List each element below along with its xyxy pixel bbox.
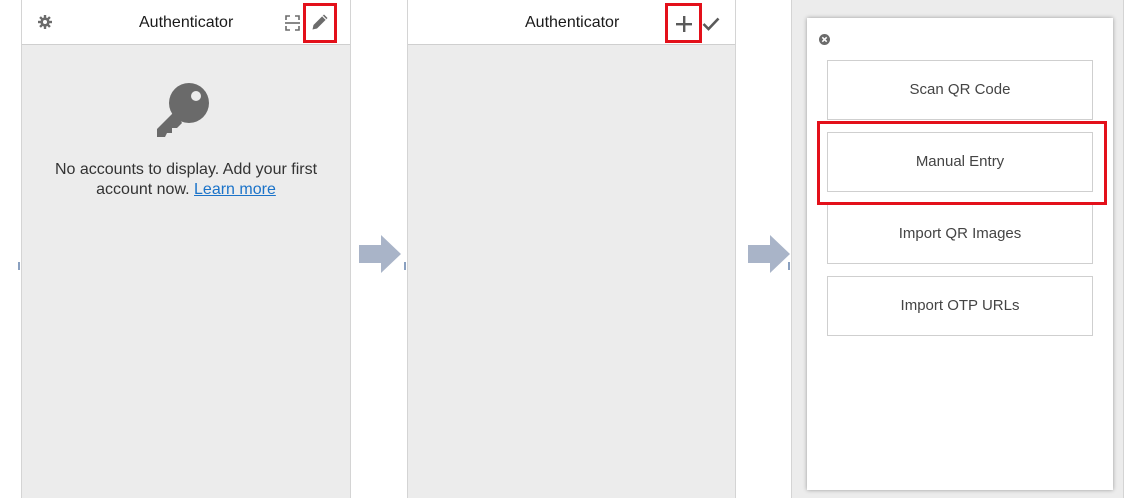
step-arrow-right-icon (748, 235, 790, 273)
scan-icon[interactable] (285, 15, 300, 31)
import-otp-urls-button[interactable]: Import OTP URLs (827, 276, 1093, 336)
edit-highlight (303, 3, 337, 43)
empty-message-line2-wrapper: account now. Learn more (22, 180, 350, 200)
import-qr-images-button[interactable]: Import QR Images (827, 204, 1093, 264)
manual-entry-highlight (817, 121, 1107, 205)
app-title: Authenticator (139, 14, 234, 31)
add-account-dialog: Scan QR Code Manual Entry Import QR Imag… (807, 18, 1113, 490)
edge-tick (788, 262, 790, 270)
screen-empty-accounts: Authenticator No accounts to display. Ad… (21, 0, 351, 498)
empty-message-line1: No accounts to display. Add your first (54, 161, 318, 178)
close-icon[interactable] (819, 34, 830, 45)
empty-state-message: No accounts to display. Add your first a… (22, 160, 350, 200)
scan-qr-code-button[interactable]: Scan QR Code (827, 60, 1093, 120)
app-header: Authenticator (22, 0, 350, 45)
gear-icon[interactable] (38, 15, 52, 29)
app-title: Authenticator (525, 14, 620, 31)
check-icon[interactable] (702, 17, 720, 31)
screen-add-options: Scan QR Code Manual Entry Import QR Imag… (791, 0, 1124, 498)
edge-tick (404, 262, 406, 270)
add-highlight (665, 3, 702, 43)
edge-tick (18, 262, 20, 270)
key-icon (157, 83, 209, 137)
empty-message-line2: account now. (96, 181, 190, 198)
screen-edit-mode: Authenticator (407, 0, 736, 498)
learn-more-link[interactable]: Learn more (194, 181, 276, 198)
step-arrow-right-icon (359, 235, 401, 273)
